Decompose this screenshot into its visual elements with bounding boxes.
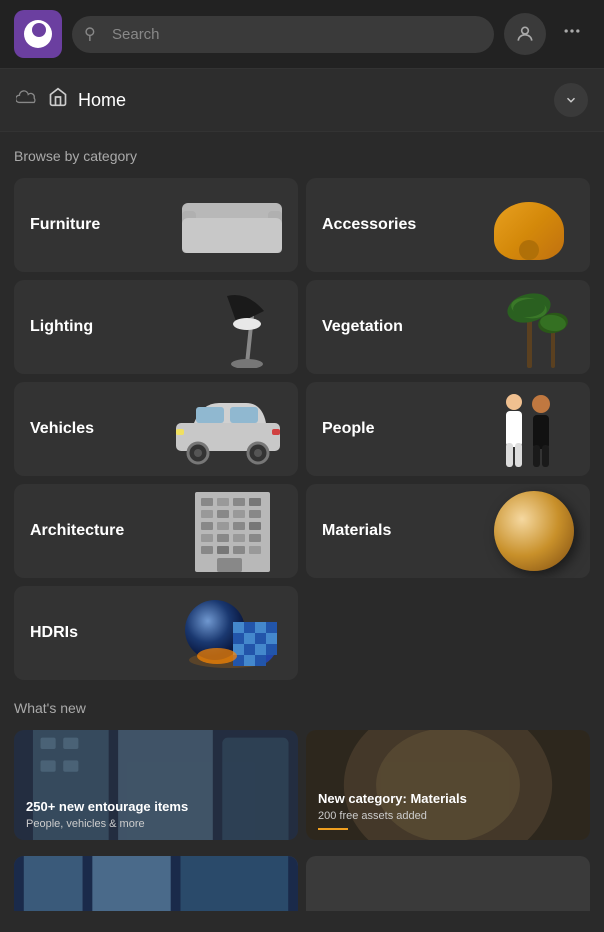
news-card-content-materials: New category: Materials 200 free assets … [306, 781, 590, 840]
lamp-icon [192, 286, 282, 368]
category-label-materials: Materials [322, 522, 391, 540]
home-svg [48, 87, 68, 107]
sofa-icon [182, 198, 282, 253]
category-image-materials [464, 491, 574, 571]
header: ⚲ [0, 0, 604, 69]
category-grid: Furniture Accessories [14, 178, 590, 578]
category-label-lighting: Lighting [30, 318, 93, 336]
category-label-vehicles: Vehicles [30, 420, 94, 438]
news-card-subtitle-entourage: People, vehicles & more [26, 818, 286, 830]
more-button[interactable] [554, 17, 590, 51]
category-image-lighting [172, 287, 282, 367]
partial-card-2[interactable] [306, 856, 590, 911]
car-icon [174, 393, 282, 465]
hdris-row: HDRIs [14, 586, 590, 680]
category-image-accessories [464, 185, 574, 265]
breadcrumb-bar: Home [0, 69, 604, 132]
category-label-vegetation: Vegetation [322, 318, 403, 336]
tree-icon [469, 286, 574, 368]
category-label-furniture: Furniture [30, 216, 100, 234]
user-button[interactable] [504, 13, 546, 55]
people-icon [479, 388, 574, 470]
news-card-entourage[interactable]: 250+ new entourage items People, vehicle… [14, 730, 298, 840]
category-image-people [464, 389, 574, 469]
bottom-partial-cards [0, 856, 604, 919]
browse-title: Browse by category [14, 148, 590, 164]
news-card-subtitle-materials: 200 free assets added [318, 810, 578, 822]
whats-new-section: What's new 250+ new entourage items [0, 696, 604, 856]
category-image-architecture [172, 491, 282, 571]
category-card-lighting[interactable]: Lighting [14, 280, 298, 374]
breadcrumb-title: Home [78, 90, 544, 111]
category-label-architecture: Architecture [30, 522, 124, 540]
category-label-accessories: Accessories [322, 216, 416, 234]
category-card-accessories[interactable]: Accessories [306, 178, 590, 272]
hdri-icon [177, 592, 282, 674]
category-card-vehicles[interactable]: Vehicles [14, 382, 298, 476]
news-card-line [318, 828, 348, 830]
category-label-people: People [322, 420, 374, 438]
browse-section: Browse by category Furniture Accessories [0, 132, 604, 696]
more-icon [562, 21, 582, 41]
category-image-vegetation [464, 287, 574, 367]
search-icon: ⚲ [84, 24, 96, 44]
category-card-architecture[interactable]: Architecture [14, 484, 298, 578]
logo[interactable] [14, 10, 62, 58]
category-image-hdris [172, 593, 282, 673]
search-input[interactable] [72, 16, 494, 53]
cloud-svg [16, 90, 38, 106]
category-image-vehicles [172, 389, 282, 469]
building-icon [177, 490, 282, 572]
news-card-content-entourage: 250+ new entourage items People, vehicle… [14, 789, 298, 840]
category-card-people[interactable]: People [306, 382, 590, 476]
breadcrumb-chevron-button[interactable] [554, 83, 588, 117]
news-card-title-entourage: 250+ new entourage items [26, 799, 286, 816]
search-wrapper: ⚲ [72, 16, 494, 53]
header-actions [504, 13, 590, 55]
cloud-icon [16, 90, 38, 111]
partial-card-1[interactable] [14, 856, 298, 911]
category-card-hdris[interactable]: HDRIs [14, 586, 298, 680]
category-card-furniture[interactable]: Furniture [14, 178, 298, 272]
accessory-icon [484, 190, 574, 260]
category-label-hdris: HDRIs [30, 624, 78, 642]
category-card-vegetation[interactable]: Vegetation [306, 280, 590, 374]
chevron-down-icon [564, 93, 578, 107]
category-card-materials[interactable]: Materials [306, 484, 590, 578]
whats-new-title: What's new [14, 700, 590, 716]
user-icon [515, 24, 535, 44]
logo-icon [24, 20, 52, 48]
news-card-title-materials: New category: Materials [318, 791, 578, 808]
category-image-furniture [172, 185, 282, 265]
partial-bg-svg-1 [14, 856, 298, 911]
home-icon [48, 87, 68, 113]
news-card-materials[interactable]: New category: Materials 200 free assets … [306, 730, 590, 840]
news-grid: 250+ new entourage items People, vehicle… [14, 730, 590, 840]
sphere-icon [494, 491, 574, 571]
